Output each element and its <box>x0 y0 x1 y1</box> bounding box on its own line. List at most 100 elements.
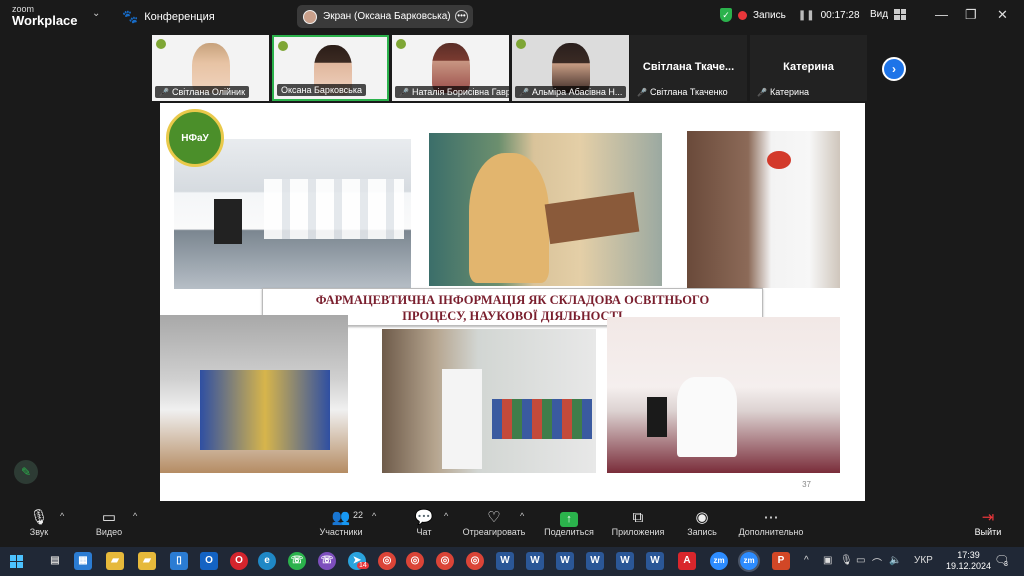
chat-button[interactable]: 💬 Чат <box>414 509 434 537</box>
record-button[interactable]: ◉ Запись <box>686 509 718 537</box>
system-clock[interactable]: 17:39 19.12.2024 <box>946 550 991 572</box>
zoom-icon[interactable]: zm <box>710 552 728 570</box>
powerpoint-icon[interactable]: P <box>772 552 790 570</box>
participant-tile-active[interactable]: Оксана Барковська <box>272 35 389 101</box>
participant-tile[interactable]: 🎤 Наталія Борисівна Гавр... <box>392 35 509 101</box>
clock-time: 17:39 <box>957 550 980 560</box>
grid-icon <box>894 9 907 20</box>
presenter-avatar <box>303 9 317 24</box>
leave-button[interactable]: ⇥ Выйти <box>973 509 1003 537</box>
tray-overflow-icon[interactable]: ^ <box>804 555 809 566</box>
wifi-icon[interactable]: ⌒ <box>872 555 882 570</box>
chrome-icon[interactable]: ◎ <box>378 552 396 570</box>
participant-label: 🎤 Наталія Борисівна Гавр... <box>395 86 509 98</box>
volume-icon[interactable]: 🔈 <box>889 555 901 566</box>
participant-tile[interactable]: Катерина 🎤 Катерина <box>750 35 867 101</box>
university-logo-icon <box>516 39 526 49</box>
more-button[interactable]: ⋯ Дополнительно <box>737 509 805 537</box>
screen-share-indicator[interactable]: Экран (Оксана Барковська) ••• <box>297 5 473 28</box>
restore-icon[interactable]: ❐ <box>965 7 977 23</box>
share-button[interactable]: ↑ Поделиться <box>543 509 595 537</box>
pause-icon[interactable]: ❚❚ <box>798 10 815 21</box>
meeting-menu[interactable]: 🐾 Конференция <box>122 9 215 25</box>
next-page-button[interactable]: › <box>882 57 906 81</box>
tray-bluetooth-icon[interactable]: ▭ <box>856 555 865 566</box>
whatsapp-icon[interactable]: ☏ <box>288 552 306 570</box>
photo-library-shelves <box>687 131 840 288</box>
task-view-icon[interactable]: ▤ <box>46 552 64 570</box>
word-icon-2[interactable]: W <box>526 552 544 570</box>
recording-status[interactable]: ✓ Запись ❚❚ 00:17:28 <box>720 8 860 22</box>
record-icon: ◉ <box>695 509 709 526</box>
shield-icon: ✓ <box>720 8 732 22</box>
annotate-pen-icon[interactable]: ✎ <box>14 460 38 484</box>
folder-icon[interactable]: ▰ <box>106 552 124 570</box>
viber-icon[interactable]: ☏ <box>318 552 336 570</box>
participant-label: 🎤 Альміра Абасівна Н... <box>515 86 627 98</box>
mic-off-icon: 🎤 <box>399 87 409 97</box>
participant-tile[interactable]: Світлана Ткаче... 🎤 Світлана Ткаченко <box>630 35 747 101</box>
word-icon-6[interactable]: W <box>646 552 664 570</box>
app-logo: zoom Workplace <box>12 4 78 27</box>
audio-button[interactable]: 🎙 Звук <box>25 509 53 537</box>
word-icon-5[interactable]: W <box>616 552 634 570</box>
participant-label: 🎤 Світлана Олійник <box>155 86 250 98</box>
word-icon-4[interactable]: W <box>586 552 604 570</box>
zoom-icon-active[interactable]: zm <box>738 550 760 572</box>
meeting-toolbar: 🎙 Звук ^ ▭ Видео ^ 👥 Участники 22 ^ 💬 Ча… <box>0 503 1024 547</box>
react-options-caret[interactable]: ^ <box>520 511 524 521</box>
more-icon: ⋯ <box>763 509 779 526</box>
react-button[interactable]: ♡ Отреагировать <box>462 509 526 537</box>
participant-tile[interactable]: 🎤 Світлана Олійник <box>152 35 269 101</box>
recording-timer: 00:17:28 <box>820 9 860 21</box>
video-options-caret[interactable]: ^ <box>133 511 137 521</box>
mic-muted-icon: 🎙 <box>29 509 49 526</box>
participants-count: 22 <box>353 510 364 520</box>
participant-tile[interactable]: 🎤 Альміра Абасівна Н... <box>512 35 629 101</box>
chrome-icon-3[interactable]: ◎ <box>436 552 454 570</box>
chevron-down-icon[interactable]: ⌄ <box>92 8 100 19</box>
opera-icon[interactable]: O <box>230 552 248 570</box>
edge-icon[interactable]: e <box>258 552 276 570</box>
university-logo-icon <box>396 39 406 49</box>
view-button[interactable]: Вид <box>870 9 907 20</box>
slide-page-number: 37 <box>802 480 811 489</box>
leave-icon: ⇥ <box>981 509 995 526</box>
title-bar: zoom Workplace ⌄ 🐾 Конференция Экран (Ок… <box>0 0 1024 33</box>
minimize-icon[interactable]: — <box>935 7 948 22</box>
language-indicator[interactable]: УКР <box>914 555 933 566</box>
photo-students-with-books <box>160 315 348 473</box>
camera-icon: ▭ <box>101 509 117 526</box>
outlook-icon[interactable]: O <box>200 552 218 570</box>
tray-app-icon[interactable]: ▣ <box>823 555 832 566</box>
tray-mic-icon[interactable]: 🎙 <box>840 555 853 566</box>
audio-options-caret[interactable]: ^ <box>60 511 64 521</box>
notifications-count: 3 <box>1004 561 1008 568</box>
apps-button[interactable]: ⧉ Приложения <box>610 509 666 537</box>
video-button[interactable]: ▭ Видео <box>94 509 124 537</box>
close-icon[interactable]: ✕ <box>997 7 1008 23</box>
folder-icon-2[interactable]: ▰ <box>138 552 156 570</box>
pdf-icon[interactable]: A <box>678 552 696 570</box>
store-icon[interactable]: ▦ <box>74 552 92 570</box>
meeting-name: Конференция <box>144 11 215 23</box>
mic-off-icon: 🎤 <box>637 87 647 97</box>
more-icon[interactable]: ••• <box>455 10 468 23</box>
record-dot-icon <box>738 10 747 20</box>
windows-start-icon[interactable] <box>10 555 23 568</box>
word-icon-3[interactable]: W <box>556 552 574 570</box>
chrome-icon-4[interactable]: ◎ <box>466 552 484 570</box>
shared-screen-slide: НФаУ ФАРМАЦЕВТИЧНА ІНФОРМАЦІЯ ЯК СКЛАДОВ… <box>160 103 865 501</box>
file-icon[interactable]: ▯ <box>170 552 188 570</box>
share-label: Экран (Оксана Барковська) <box>323 11 451 22</box>
participant-label: Оксана Барковська <box>277 84 366 96</box>
participants-options-caret[interactable]: ^ <box>372 511 376 521</box>
clock-date: 19.12.2024 <box>946 561 992 571</box>
participant-label: 🎤 Катерина <box>757 87 810 97</box>
recording-label: Запись <box>753 9 786 21</box>
chrome-icon-2[interactable]: ◎ <box>406 552 424 570</box>
word-icon[interactable]: W <box>496 552 514 570</box>
mic-off-icon: 🎤 <box>159 87 169 97</box>
chat-options-caret[interactable]: ^ <box>444 511 448 521</box>
participant-label: 🎤 Світлана Ткаченко <box>637 87 728 97</box>
